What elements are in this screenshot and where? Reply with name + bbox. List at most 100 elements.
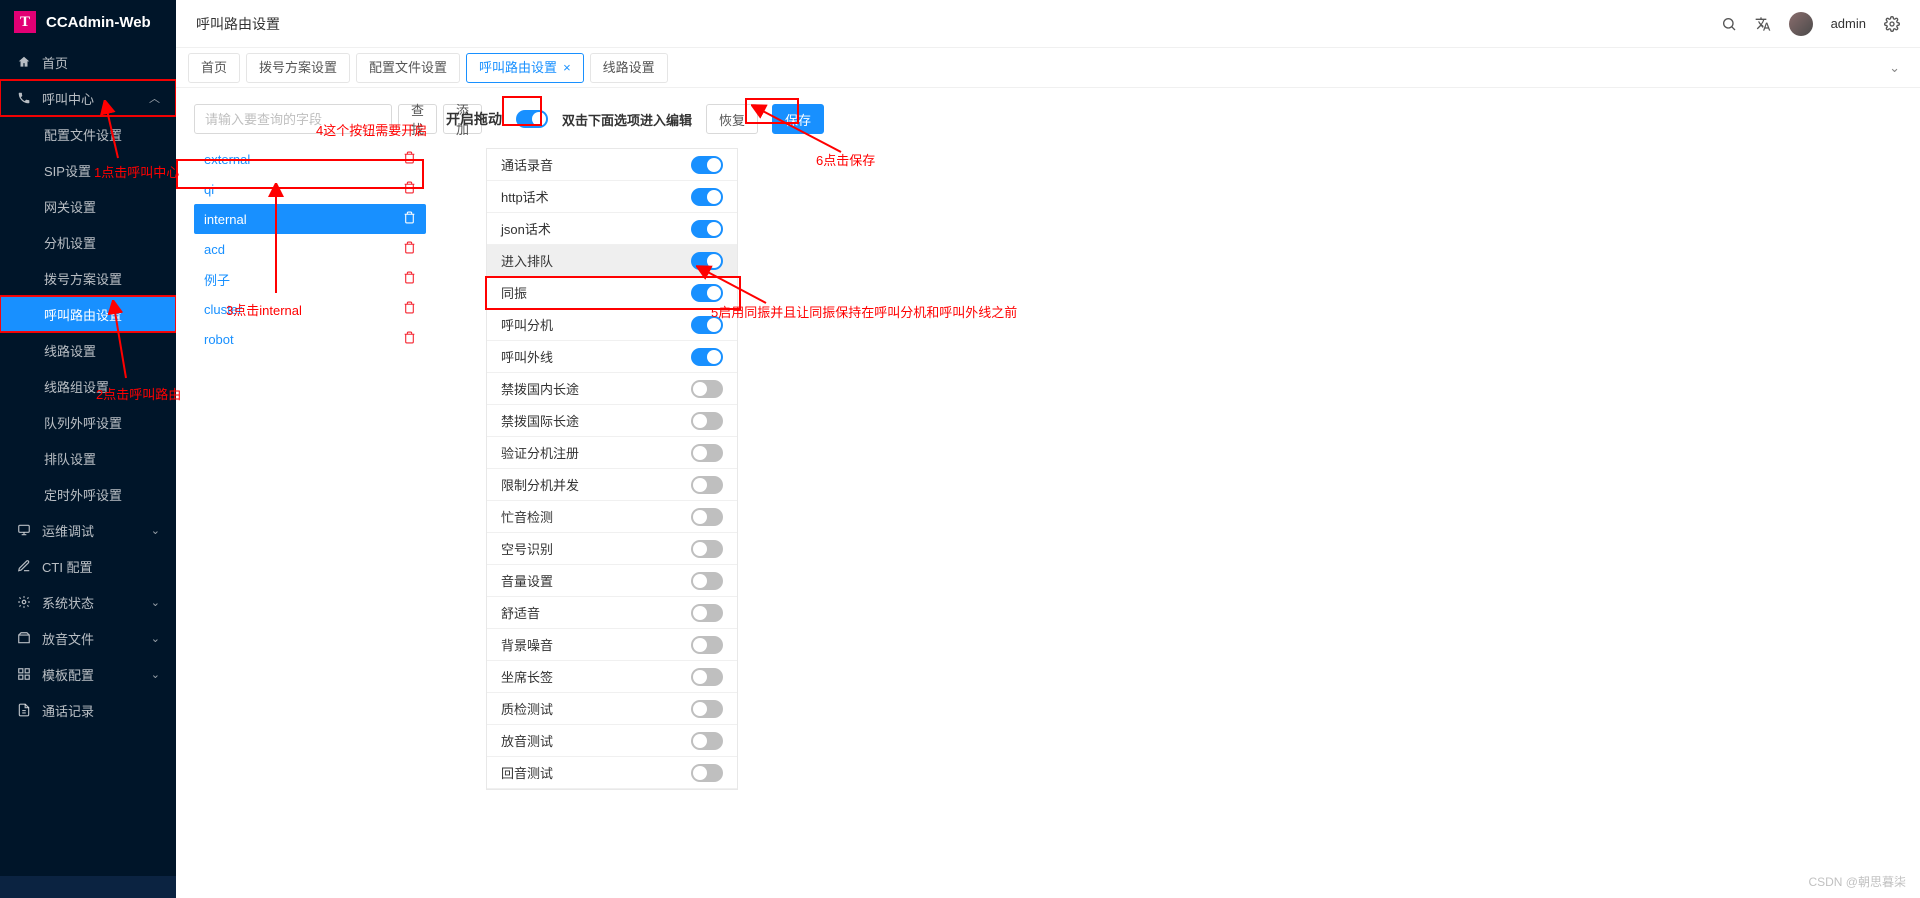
delete-icon[interactable] bbox=[403, 181, 416, 197]
nav-group-5[interactable]: 通话记录 bbox=[0, 692, 176, 728]
option-row-13[interactable]: 音量设置 bbox=[487, 565, 737, 597]
option-row-5[interactable]: 呼叫分机 bbox=[487, 309, 737, 341]
sidebar-item-8[interactable]: 队列外呼设置 bbox=[0, 404, 176, 440]
option-label: 回音测试 bbox=[501, 763, 553, 782]
sidebar-item-3[interactable]: 分机设置 bbox=[0, 224, 176, 260]
nav-group-1[interactable]: CTI 配置 bbox=[0, 548, 176, 584]
tab-0[interactable]: 首页 bbox=[188, 53, 240, 83]
tab-1[interactable]: 拨号方案设置 bbox=[246, 53, 350, 83]
sidebar-item-5[interactable]: 呼叫路由设置 bbox=[0, 296, 176, 332]
option-row-14[interactable]: 舒适音 bbox=[487, 597, 737, 629]
tab-2[interactable]: 配置文件设置 bbox=[356, 53, 460, 83]
option-row-7[interactable]: 禁拨国内长途 bbox=[487, 373, 737, 405]
option-toggle[interactable] bbox=[691, 252, 723, 270]
nav-group-4[interactable]: 模板配置⌄ bbox=[0, 656, 176, 692]
option-row-16[interactable]: 坐席长签 bbox=[487, 661, 737, 693]
route-item-robot[interactable]: robot bbox=[194, 324, 426, 354]
option-row-1[interactable]: http话术 bbox=[487, 181, 737, 213]
delete-icon[interactable] bbox=[403, 271, 416, 287]
option-toggle[interactable] bbox=[691, 188, 723, 206]
option-row-17[interactable]: 质检测试 bbox=[487, 693, 737, 725]
option-toggle[interactable] bbox=[691, 348, 723, 366]
option-row-9[interactable]: 验证分机注册 bbox=[487, 437, 737, 469]
option-row-8[interactable]: 禁拨国际长途 bbox=[487, 405, 737, 437]
search-icon[interactable] bbox=[1721, 16, 1737, 32]
sidebar-item-1[interactable]: SIP设置 bbox=[0, 152, 176, 188]
gear-icon[interactable] bbox=[1884, 16, 1900, 32]
option-toggle[interactable] bbox=[691, 700, 723, 718]
avatar[interactable] bbox=[1789, 12, 1813, 36]
option-row-6[interactable]: 呼叫外线 bbox=[487, 341, 737, 373]
option-toggle[interactable] bbox=[691, 380, 723, 398]
nav-group-0[interactable]: 运维调试⌄ bbox=[0, 512, 176, 548]
drag-toggle[interactable] bbox=[516, 110, 548, 128]
option-toggle[interactable] bbox=[691, 732, 723, 750]
delete-icon[interactable] bbox=[403, 331, 416, 347]
option-toggle[interactable] bbox=[691, 444, 723, 462]
delete-icon[interactable] bbox=[403, 241, 416, 257]
save-button[interactable]: 保存 bbox=[772, 104, 824, 134]
sidebar-item-0[interactable]: 配置文件设置 bbox=[0, 116, 176, 152]
delete-icon[interactable] bbox=[403, 301, 416, 317]
option-row-4[interactable]: 同振 bbox=[487, 277, 737, 309]
restore-button[interactable]: 恢复 bbox=[706, 104, 758, 134]
search-input[interactable] bbox=[194, 104, 392, 134]
option-toggle[interactable] bbox=[691, 604, 723, 622]
route-item-cluster[interactable]: cluster bbox=[194, 294, 426, 324]
panel: 查找 添加 externalqiinternalacd例子clusterrobo… bbox=[194, 104, 1902, 898]
tabs-expand-icon[interactable]: ⌄ bbox=[1881, 56, 1908, 80]
nav-group-3[interactable]: 放音文件⌄ bbox=[0, 620, 176, 656]
route-item-例子[interactable]: 例子 bbox=[194, 264, 426, 294]
option-row-19[interactable]: 回音测试 bbox=[487, 757, 737, 789]
nav-group-2[interactable]: 系统状态⌄ bbox=[0, 584, 176, 620]
option-row-11[interactable]: 忙音检测 bbox=[487, 501, 737, 533]
route-item-acd[interactable]: acd bbox=[194, 234, 426, 264]
option-row-15[interactable]: 背景噪音 bbox=[487, 629, 737, 661]
option-row-12[interactable]: 空号识别 bbox=[487, 533, 737, 565]
sidebar-item-9[interactable]: 排队设置 bbox=[0, 440, 176, 476]
option-toggle[interactable] bbox=[691, 156, 723, 174]
option-row-18[interactable]: 放音测试 bbox=[487, 725, 737, 757]
option-toggle[interactable] bbox=[691, 636, 723, 654]
translate-icon[interactable] bbox=[1755, 16, 1771, 32]
sidebar-item-10[interactable]: 定时外呼设置 bbox=[0, 476, 176, 512]
option-toggle[interactable] bbox=[691, 540, 723, 558]
delete-icon[interactable] bbox=[403, 211, 416, 227]
option-label: 音量设置 bbox=[501, 571, 553, 590]
phone-icon bbox=[16, 91, 32, 105]
watermark: CSDN @朝思暮柒 bbox=[1808, 873, 1906, 890]
option-toggle[interactable] bbox=[691, 572, 723, 590]
group-icon-0 bbox=[16, 523, 32, 537]
sidebar-item-7[interactable]: 线路组设置 bbox=[0, 368, 176, 404]
option-row-3[interactable]: 进入排队 bbox=[487, 245, 737, 277]
route-item-external[interactable]: external bbox=[194, 144, 426, 174]
route-item-internal[interactable]: internal bbox=[194, 204, 426, 234]
option-toggle[interactable] bbox=[691, 412, 723, 430]
option-toggle[interactable] bbox=[691, 284, 723, 302]
option-toggle[interactable] bbox=[691, 476, 723, 494]
route-item-qi[interactable]: qi bbox=[194, 174, 426, 204]
tab-4[interactable]: 线路设置 bbox=[590, 53, 668, 83]
option-label: 舒适音 bbox=[501, 603, 540, 622]
option-row-10[interactable]: 限制分机并发 bbox=[487, 469, 737, 501]
option-toggle[interactable] bbox=[691, 668, 723, 686]
option-label: 忙音检测 bbox=[501, 507, 553, 526]
sidebar-item-6[interactable]: 线路设置 bbox=[0, 332, 176, 368]
main: 呼叫路由设置 admin 首页拨号方案设置配置文件设置呼叫路由设置×线路设置⌄ … bbox=[176, 0, 1920, 898]
nav-home[interactable]: 首页 bbox=[0, 44, 176, 80]
option-toggle[interactable] bbox=[691, 316, 723, 334]
option-toggle[interactable] bbox=[691, 764, 723, 782]
option-label: 呼叫外线 bbox=[501, 347, 553, 366]
delete-icon[interactable] bbox=[403, 151, 416, 167]
option-toggle[interactable] bbox=[691, 220, 723, 238]
sidebar-item-2[interactable]: 网关设置 bbox=[0, 188, 176, 224]
nav-call-center[interactable]: 呼叫中心 ︿ bbox=[0, 80, 176, 116]
option-row-0[interactable]: 通话录音 bbox=[487, 149, 737, 181]
sidebar-item-4[interactable]: 拨号方案设置 bbox=[0, 260, 176, 296]
option-row-2[interactable]: json话术 bbox=[487, 213, 737, 245]
tab-3[interactable]: 呼叫路由设置× bbox=[466, 53, 584, 83]
option-toggle[interactable] bbox=[691, 508, 723, 526]
option-label: 验证分机注册 bbox=[501, 443, 579, 462]
close-icon[interactable]: × bbox=[563, 58, 571, 78]
find-button[interactable]: 查找 bbox=[398, 104, 437, 134]
